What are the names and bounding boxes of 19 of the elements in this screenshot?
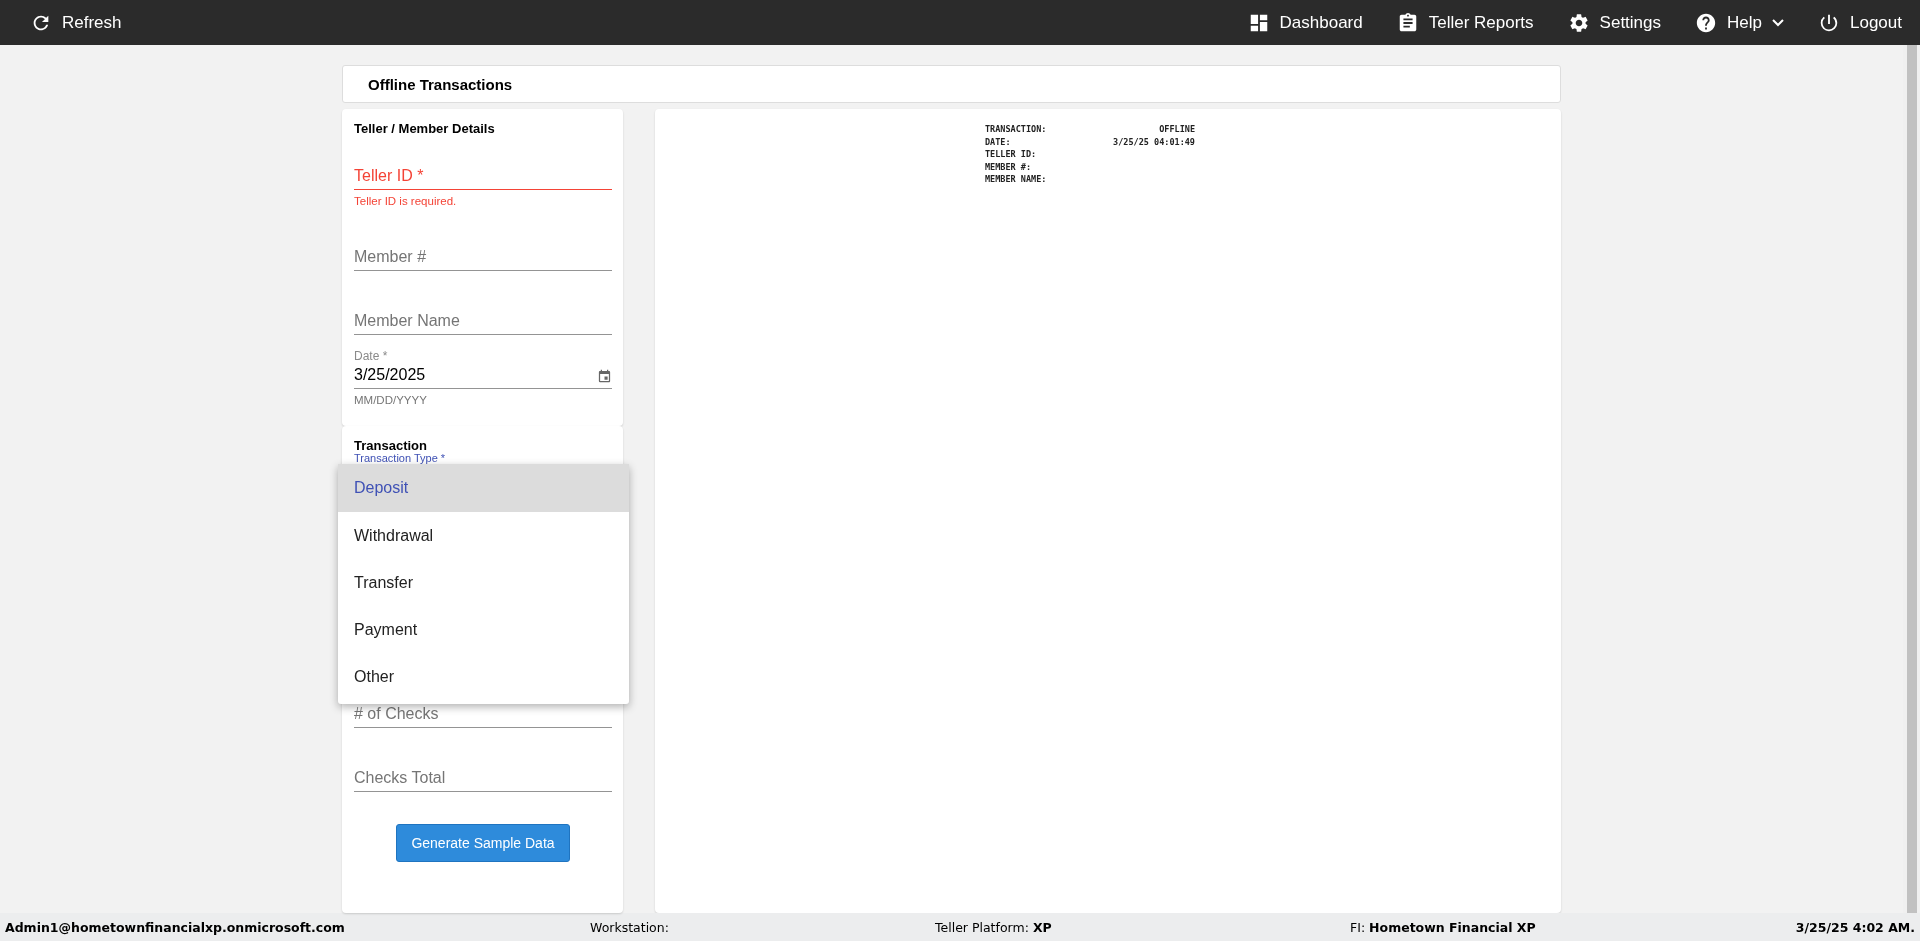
card-title: Teller / Member Details [354,121,496,136]
receipt-label: DATE: [985,136,1011,147]
receipt-value: 3/25/25 04:01:49 [1113,136,1195,147]
status-time: 3/25/25 4:02 AM. [1795,919,1915,935]
helper-text: MM/DD/YYYY [354,394,428,406]
status-item: FI: Hometown Financial XP [1350,919,1537,935]
status-item: Workstation: [590,919,670,935]
user-email: Admin1@hometownfinancialxp.onmicrosoft.com [5,919,346,935]
receipt-value: OFFLINE [1159,124,1195,135]
error-text: Teller ID is required. [354,195,458,207]
receipt-label: MEMBER #: [985,161,1032,172]
page-title: Offline Transactions [342,65,1561,103]
field-label: Date * [354,349,389,363]
status-item: Teller Platform: XP [935,919,1053,935]
card-title: Transaction [354,438,428,453]
receipt-label: TELLER ID: [985,149,1037,160]
receipt-label: TRANSACTION: [985,124,1047,135]
field-label: Transaction Type * [354,452,447,464]
receipt-label: MEMBER NAME: [985,174,1047,185]
